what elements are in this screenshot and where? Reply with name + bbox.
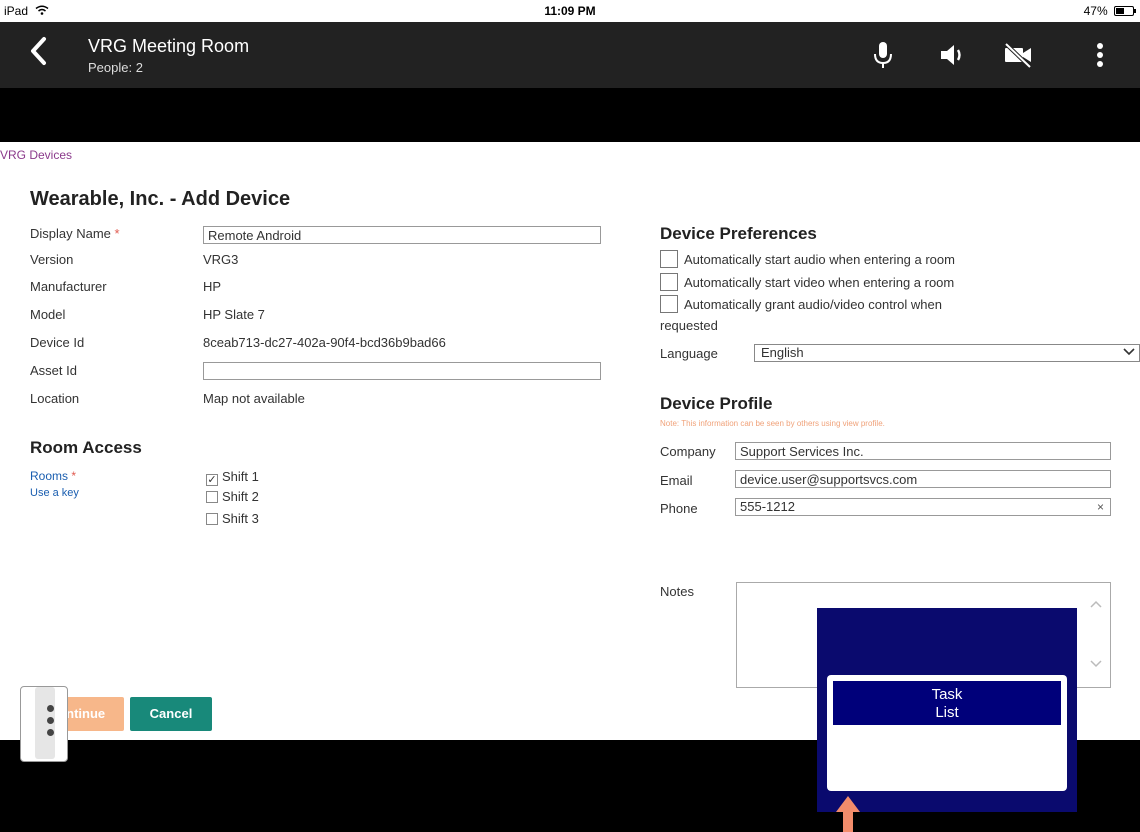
device-id-label: Device Id xyxy=(30,335,85,350)
status-time: 11:09 PM xyxy=(544,4,596,18)
battery-percent: 47% xyxy=(1083,4,1108,18)
cancel-button[interactable]: Cancel xyxy=(130,697,212,731)
display-name-label: Display Name * xyxy=(30,226,120,241)
checkbox-icon xyxy=(206,513,218,525)
auto-grant-label-cont: requested xyxy=(660,318,718,333)
speaker-button[interactable] xyxy=(936,38,970,72)
language-label: Language xyxy=(660,346,718,361)
notes-label: Notes xyxy=(660,584,694,599)
phone-input[interactable]: 555-1212 × xyxy=(735,498,1111,516)
display-name-input[interactable] xyxy=(203,226,601,244)
scroll-down-icon[interactable] xyxy=(1090,657,1102,671)
device-profile-title: Device Profile xyxy=(660,394,773,413)
task-list-button[interactable]: Task List xyxy=(833,681,1061,725)
app-header: VRG Meeting Room People: 2 xyxy=(0,22,1140,88)
clear-icon[interactable]: × xyxy=(1097,499,1104,515)
battery-fill xyxy=(1116,8,1124,14)
auto-grant-checkbox[interactable]: Automatically grant audio/video control … xyxy=(660,295,942,313)
auto-audio-checkbox[interactable]: Automatically start audio when entering … xyxy=(660,250,955,268)
manufacturer-value: HP xyxy=(203,279,222,294)
email-label: Email xyxy=(660,473,693,488)
mic-button[interactable] xyxy=(866,38,900,72)
email-input[interactable] xyxy=(735,470,1111,488)
battery-icon xyxy=(1114,6,1136,16)
room-label: Shift 1 xyxy=(222,469,259,484)
task-list-panel: Task List xyxy=(817,608,1077,812)
status-right: 47% xyxy=(1083,4,1136,18)
checkbox-icon xyxy=(206,491,218,503)
checkbox-icon xyxy=(660,273,678,291)
room-title: VRG Meeting Room xyxy=(88,36,250,56)
language-value: English xyxy=(761,345,804,360)
more-vertical-icon xyxy=(47,705,54,712)
task-card: Task List xyxy=(827,675,1067,791)
location-value: Map not available xyxy=(203,391,305,406)
auto-grant-label: Automatically grant audio/video control … xyxy=(684,297,942,312)
arrow-up-icon xyxy=(836,796,860,812)
breadcrumb-vrg-devices[interactable]: VRG Devices xyxy=(0,148,72,162)
more-vertical-icon xyxy=(1097,43,1103,67)
model-value: HP Slate 7 xyxy=(203,307,265,322)
device-id-value: 8ceab713-dc27-402a-90f4-bcd36b9bad66 xyxy=(203,335,446,350)
use-a-key-link[interactable]: Use a key xyxy=(30,487,79,499)
version-label: Version xyxy=(30,252,74,267)
speaker-icon xyxy=(941,45,961,65)
room-access-title: Room Access xyxy=(30,438,142,457)
room-checkbox-shift-1[interactable]: ✓ Shift 1 xyxy=(206,469,259,486)
room-checkbox-shift-2[interactable]: Shift 2 xyxy=(206,489,259,504)
asset-id-label: Asset Id xyxy=(30,363,77,378)
page-title: Wearable, Inc. - Add Device xyxy=(30,188,291,210)
version-value: VRG3 xyxy=(203,252,239,267)
manufacturer-label: Manufacturer xyxy=(30,279,107,294)
arrow-stem xyxy=(843,812,853,832)
language-select[interactable]: English xyxy=(754,344,1140,362)
chevron-down-icon xyxy=(1123,344,1135,360)
task-label-line1: Task xyxy=(931,686,963,703)
company-label: Company xyxy=(660,444,716,459)
video-off-icon xyxy=(1004,42,1032,69)
side-menu-handle[interactable] xyxy=(20,686,68,762)
model-label: Model xyxy=(30,307,66,322)
rooms-label: Rooms * xyxy=(30,469,77,483)
more-vertical-icon xyxy=(47,717,54,724)
task-label-line2: List xyxy=(935,704,959,721)
auto-video-checkbox[interactable]: Automatically start video when entering … xyxy=(660,273,954,291)
video-off-button[interactable] xyxy=(1001,38,1035,72)
chevron-left-icon xyxy=(31,37,46,65)
room-people-count: People: 2 xyxy=(88,60,143,75)
more-vertical-icon xyxy=(47,729,54,736)
checkbox-checked-icon: ✓ xyxy=(206,474,218,486)
room-label: Shift 3 xyxy=(222,511,259,526)
back-button[interactable] xyxy=(28,36,64,74)
location-label: Location xyxy=(30,391,80,406)
checkbox-icon xyxy=(660,250,678,268)
device-preferences-title: Device Preferences xyxy=(660,224,817,243)
asset-id-input[interactable] xyxy=(203,362,601,380)
microphone-icon xyxy=(874,42,892,68)
room-checkbox-shift-3[interactable]: Shift 3 xyxy=(206,511,259,526)
phone-value: 555-1212 xyxy=(740,499,795,514)
more-options-button[interactable] xyxy=(1083,38,1117,72)
profile-note: Note: This information can be seen by ot… xyxy=(660,419,885,428)
scroll-up-icon[interactable] xyxy=(1090,597,1102,611)
phone-label: Phone xyxy=(660,501,698,516)
room-label: Shift 2 xyxy=(222,489,259,504)
checkbox-icon xyxy=(660,295,678,313)
auto-video-label: Automatically start video when entering … xyxy=(684,275,955,290)
auto-audio-label: Automatically start audio when entering … xyxy=(684,252,955,267)
company-input[interactable] xyxy=(735,442,1111,460)
status-bar: iPad 11:09 PM 47% xyxy=(0,0,1140,22)
